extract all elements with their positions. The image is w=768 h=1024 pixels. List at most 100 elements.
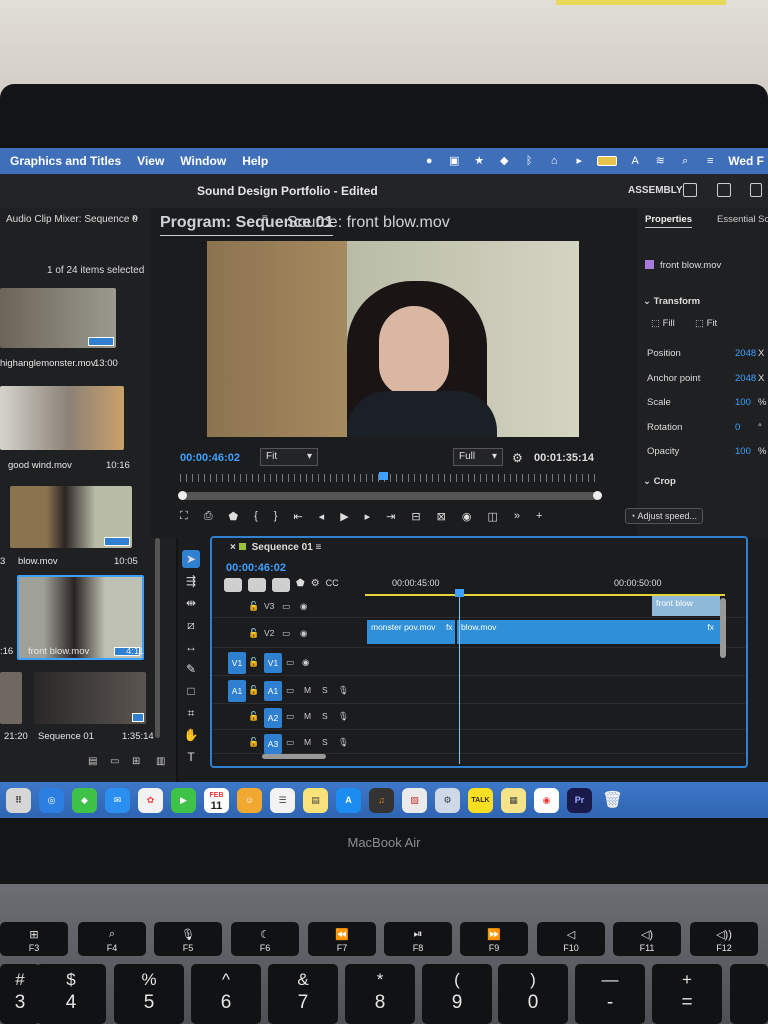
clip-name[interactable]: front blow.mov [28,646,89,657]
new-bin-icon[interactable]: ▤ [88,756,97,767]
microphone-icon[interactable]: 🎙 [338,737,349,748]
playhead-timecode[interactable]: 00:00:46:02 [180,452,240,464]
messages-icon[interactable]: ◆ [72,787,97,813]
monitor-time-ruler[interactable] [180,474,600,482]
sync-icon[interactable]: ▭ [286,685,294,696]
panel-layout-icon[interactable] [683,183,697,197]
track-v1[interactable]: V1 🔓 V1 ▭ ◉ [212,650,746,676]
notes-icon[interactable]: ▤ [303,787,328,813]
zoom-scrollbar[interactable] [178,491,602,500]
rotation-value[interactable]: 0 [735,422,740,433]
key-f12[interactable]: ◁)) F12 [690,922,758,956]
menu-view[interactable]: View [137,154,164,168]
timeline-timecode[interactable]: 00:00:46:02 [226,562,286,574]
key-5[interactable]: % 5 [114,964,184,1024]
garageband-icon[interactable]: ♫ [369,787,394,813]
add-button-icon[interactable]: + [536,510,542,523]
menu-clock[interactable]: Wed F [728,154,764,168]
anchor-value[interactable]: 2048 [735,373,756,384]
lift-icon[interactable]: ⊟ [411,510,420,523]
position-value[interactable]: 2048 [735,348,756,359]
lock-icon[interactable]: 🔓 [248,601,259,612]
hand-tool-icon[interactable]: ✋ [182,726,200,744]
add-marker-icon[interactable]: ⬟ [229,510,239,523]
workspace-label[interactable]: ASSEMBLY [628,185,683,196]
project-scrollbar[interactable] [155,538,160,738]
lock-icon[interactable]: 🔓 [248,737,259,748]
zoom-select[interactable]: Fit ▾ [260,448,318,466]
contacts-icon[interactable]: ☺ [237,787,262,813]
eye-icon[interactable]: ◉ [302,657,309,668]
input-source-icon[interactable]: A [628,154,642,168]
record-status-icon[interactable]: ● [422,154,436,168]
track-v3[interactable]: 🔓 V3 ▭ ◉ front blow [212,596,746,618]
kakaotalk-icon[interactable]: TALK [468,787,493,813]
crop-section[interactable]: ⌄ Crop [643,476,676,487]
eye-icon[interactable]: ◉ [300,628,307,639]
track-a3[interactable]: 🔓 A3 ▭ M S 🎙 [212,732,746,754]
eye-icon[interactable]: ◉ [300,601,307,612]
track-target-a2[interactable]: A2 [264,708,282,728]
safe-margins-icon[interactable]: ⛶ [180,510,188,523]
calendar-icon[interactable]: FEB 11 [204,787,229,813]
key-f7[interactable]: ⏪ F7 [308,922,376,956]
opacity-value[interactable]: 100 [735,446,751,457]
tab-source[interactable]: Source: front blow.mov [287,214,450,232]
clip-name[interactable]: highanglemonster.mov [0,358,96,369]
solo-button[interactable]: S [322,711,328,721]
step-back-icon[interactable]: ◂ [319,510,325,523]
key-7[interactable]: & 7 [268,964,338,1024]
crop-tool-icon[interactable]: ⌗ [182,704,200,722]
trash-icon[interactable]: ▥ [156,756,165,767]
monitor-playhead[interactable] [379,472,388,480]
timeline-clip[interactable]: front blow [652,596,720,616]
key-f8[interactable]: ⏯ F8 [384,922,452,956]
sync-icon[interactable]: ▭ [286,711,294,722]
timeline-playhead[interactable] [455,589,464,597]
timeline-clip[interactable]: monster pov.mov fx [367,620,455,644]
sync-icon[interactable]: ▭ [286,737,294,748]
mute-button[interactable]: M [304,737,311,747]
clip-name[interactable]: good wind.mov [8,460,72,471]
clip-name[interactable]: Sequence 01 [38,731,94,742]
selection-tool-icon[interactable]: ➤ [182,550,200,568]
extract-icon[interactable]: ⊠ [437,510,446,523]
mute-button[interactable]: M [304,711,311,721]
key-f5[interactable]: 🎙 F5 [154,922,222,956]
track-target-a1[interactable]: A1 [264,681,282,701]
snap-icon[interactable] [248,578,266,592]
trash-icon[interactable]: 🗑 [600,788,625,813]
app-store-icon[interactable]: A [336,787,361,813]
printer-icon[interactable]: ▣ [447,154,461,168]
timeline-playhead-line[interactable] [459,594,460,764]
export-frame-icon[interactable]: ⎙ [204,510,213,523]
key-f11[interactable]: ◁) F11 [613,922,681,956]
lock-icon[interactable]: 🔓 [248,711,259,722]
new-item-icon[interactable]: ⊞ [132,756,140,767]
mute-button[interactable]: M [304,685,311,695]
battery-icon[interactable] [597,156,618,166]
wrench-icon[interactable]: ⚙ [512,451,523,465]
mark-out-icon[interactable]: } [274,510,278,523]
tab-menu-icon[interactable]: ≡ [262,213,268,224]
fit-button[interactable]: ⬚ Fit [695,318,717,329]
lock-icon[interactable]: 🔓 [248,685,259,696]
track-a1[interactable]: A1 🔓 A1 ▭ M S 🎙 [212,678,746,704]
captions-icon[interactable]: CC [326,578,339,592]
key-f10[interactable]: ◁ F10 [537,922,605,956]
linked-selection-icon[interactable] [272,578,290,592]
reminders-icon[interactable]: ☰ [270,787,295,813]
spotlight-search-icon[interactable]: ⌕ [678,154,692,168]
timeline-vertical-scrollbar[interactable] [720,598,726,658]
control-center-icon[interactable]: ≡ [703,154,717,168]
lock-icon[interactable]: 🔓 [248,628,259,639]
microphone-icon[interactable]: 🎙 [338,711,349,722]
camera-icon[interactable]: ◉ [462,510,472,523]
clip-thumbnail[interactable] [10,486,132,548]
menu-graphics-titles[interactable]: Graphics and Titles [10,154,121,168]
razor-tool-icon[interactable]: ⧄ [182,616,200,634]
clip-thumbnail[interactable] [0,288,116,348]
preview-icon[interactable]: ▧ [402,787,427,813]
premiere-pro-icon[interactable]: Pr [567,787,592,813]
sync-icon[interactable]: ▭ [282,601,290,612]
